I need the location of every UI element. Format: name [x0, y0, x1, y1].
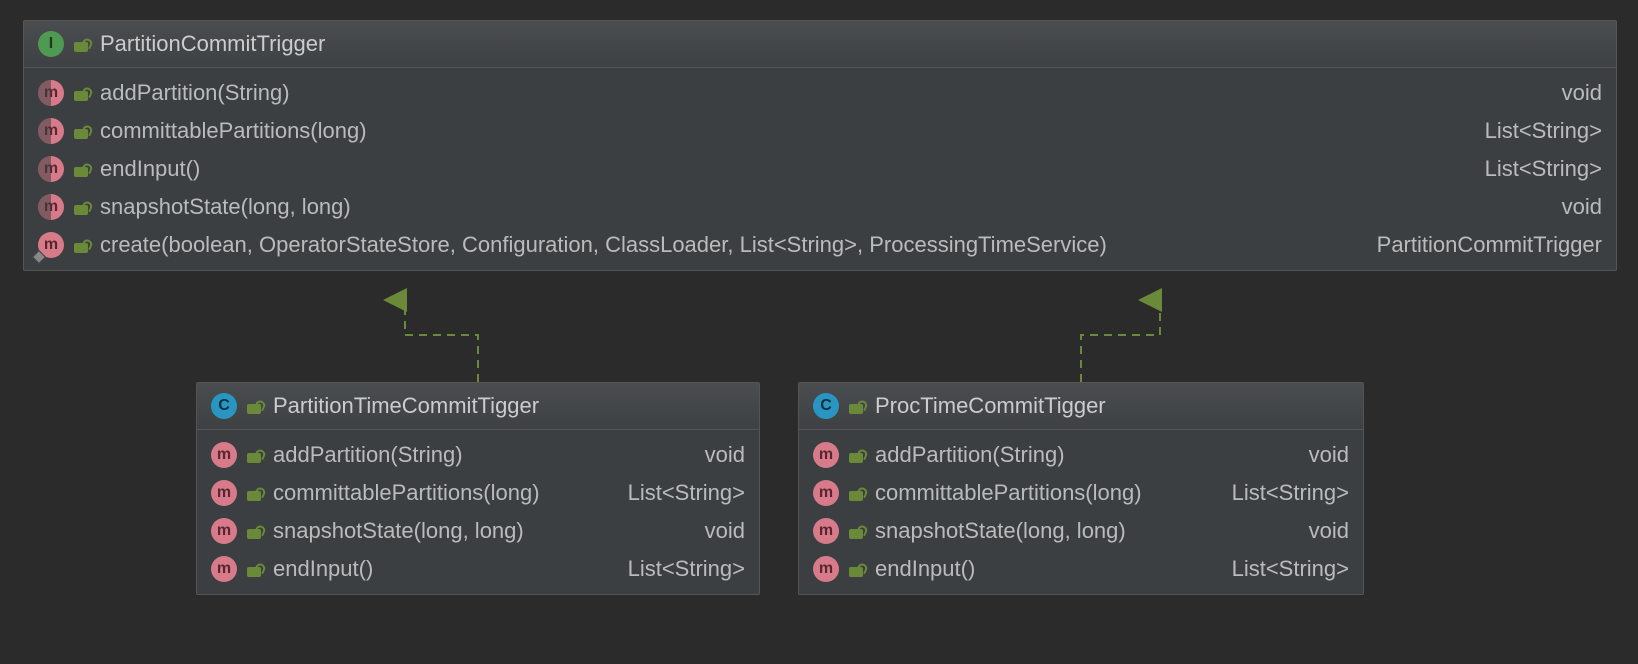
- class-icon: C: [813, 393, 839, 419]
- method-icon: m: [38, 118, 64, 144]
- method-signature: addPartition(String): [273, 442, 685, 468]
- method-return-type: void: [1289, 442, 1349, 468]
- method-signature: snapshotState(long, long): [273, 518, 685, 544]
- uml-member-list: m addPartition(String) void m committabl…: [24, 68, 1616, 270]
- uml-box-header: C PartitionTimeCommitTigger: [197, 383, 759, 430]
- uml-member-list: m addPartition(String) void m committabl…: [197, 430, 759, 594]
- unlock-icon: [247, 561, 261, 577]
- method-return-type: List<String>: [1212, 480, 1349, 506]
- method-row[interactable]: m create(boolean, OperatorStateStore, Co…: [24, 226, 1616, 264]
- unlock-icon: [74, 85, 88, 101]
- uml-box-header: I PartitionCommitTrigger: [24, 21, 1616, 68]
- method-return-type: void: [1289, 518, 1349, 544]
- method-return-type: List<String>: [1465, 118, 1602, 144]
- uml-class-box[interactable]: C PartitionTimeCommitTigger m addPartiti…: [196, 382, 760, 595]
- static-badge-icon: [32, 250, 46, 264]
- method-row[interactable]: m committablePartitions(long) List<Strin…: [24, 112, 1616, 150]
- method-signature: endInput(): [273, 556, 608, 582]
- unlock-icon: [849, 561, 863, 577]
- method-signature: committablePartitions(long): [100, 118, 1465, 144]
- method-signature: endInput(): [875, 556, 1212, 582]
- method-row[interactable]: m snapshotState(long, long) void: [197, 512, 759, 550]
- unlock-icon: [74, 36, 88, 52]
- method-icon: m: [38, 156, 64, 182]
- method-row[interactable]: m addPartition(String) void: [799, 436, 1363, 474]
- method-signature: snapshotState(long, long): [875, 518, 1289, 544]
- method-signature: committablePartitions(long): [273, 480, 608, 506]
- implements-arrow: [405, 300, 478, 382]
- method-return-type: List<String>: [608, 556, 745, 582]
- unlock-icon: [849, 485, 863, 501]
- uml-class-box[interactable]: C ProcTimeCommitTigger m addPartition(St…: [798, 382, 1364, 595]
- unlock-icon: [74, 199, 88, 215]
- uml-interface-box[interactable]: I PartitionCommitTrigger m addPartition(…: [23, 20, 1617, 271]
- method-return-type: void: [1542, 194, 1602, 220]
- unlock-icon: [74, 123, 88, 139]
- unlock-icon: [74, 237, 88, 253]
- unlock-icon: [247, 447, 261, 463]
- unlock-icon: [849, 398, 863, 414]
- method-row[interactable]: m endInput() List<String>: [197, 550, 759, 588]
- method-signature: snapshotState(long, long): [100, 194, 1542, 220]
- method-return-type: List<String>: [1212, 556, 1349, 582]
- method-return-type: PartitionCommitTrigger: [1357, 232, 1602, 258]
- uml-member-list: m addPartition(String) void m committabl…: [799, 430, 1363, 594]
- implements-arrow: [1081, 300, 1160, 382]
- method-icon: m: [211, 442, 237, 468]
- method-return-type: void: [685, 518, 745, 544]
- method-row[interactable]: m committablePartitions(long) List<Strin…: [197, 474, 759, 512]
- method-row[interactable]: m addPartition(String) void: [197, 436, 759, 474]
- unlock-icon: [247, 398, 261, 414]
- method-icon: m: [813, 442, 839, 468]
- method-icon: m: [211, 480, 237, 506]
- method-icon: m: [38, 194, 64, 220]
- unlock-icon: [849, 523, 863, 539]
- uml-box-header: C ProcTimeCommitTigger: [799, 383, 1363, 430]
- unlock-icon: [849, 447, 863, 463]
- class-name: ProcTimeCommitTigger: [875, 393, 1106, 419]
- method-row[interactable]: m committablePartitions(long) List<Strin…: [799, 474, 1363, 512]
- method-icon: m: [38, 232, 64, 258]
- method-icon: m: [211, 518, 237, 544]
- unlock-icon: [247, 523, 261, 539]
- unlock-icon: [74, 161, 88, 177]
- method-row[interactable]: m addPartition(String) void: [24, 74, 1616, 112]
- class-icon: C: [211, 393, 237, 419]
- method-icon: m: [813, 518, 839, 544]
- method-signature: endInput(): [100, 156, 1465, 182]
- method-row[interactable]: m endInput() List<String>: [24, 150, 1616, 188]
- unlock-icon: [247, 485, 261, 501]
- method-row[interactable]: m endInput() List<String>: [799, 550, 1363, 588]
- method-return-type: void: [685, 442, 745, 468]
- method-return-type: List<String>: [1465, 156, 1602, 182]
- method-signature: create(boolean, OperatorStateStore, Conf…: [100, 232, 1357, 258]
- method-row[interactable]: m snapshotState(long, long) void: [799, 512, 1363, 550]
- interface-icon: I: [38, 31, 64, 57]
- method-icon: m: [211, 556, 237, 582]
- method-icon: m: [813, 480, 839, 506]
- method-return-type: void: [1542, 80, 1602, 106]
- method-signature: addPartition(String): [100, 80, 1542, 106]
- method-return-type: List<String>: [608, 480, 745, 506]
- method-row[interactable]: m snapshotState(long, long) void: [24, 188, 1616, 226]
- class-name: PartitionCommitTrigger: [100, 31, 325, 57]
- method-signature: addPartition(String): [875, 442, 1289, 468]
- method-signature: committablePartitions(long): [875, 480, 1212, 506]
- class-name: PartitionTimeCommitTigger: [273, 393, 539, 419]
- method-icon: m: [38, 80, 64, 106]
- method-icon: m: [813, 556, 839, 582]
